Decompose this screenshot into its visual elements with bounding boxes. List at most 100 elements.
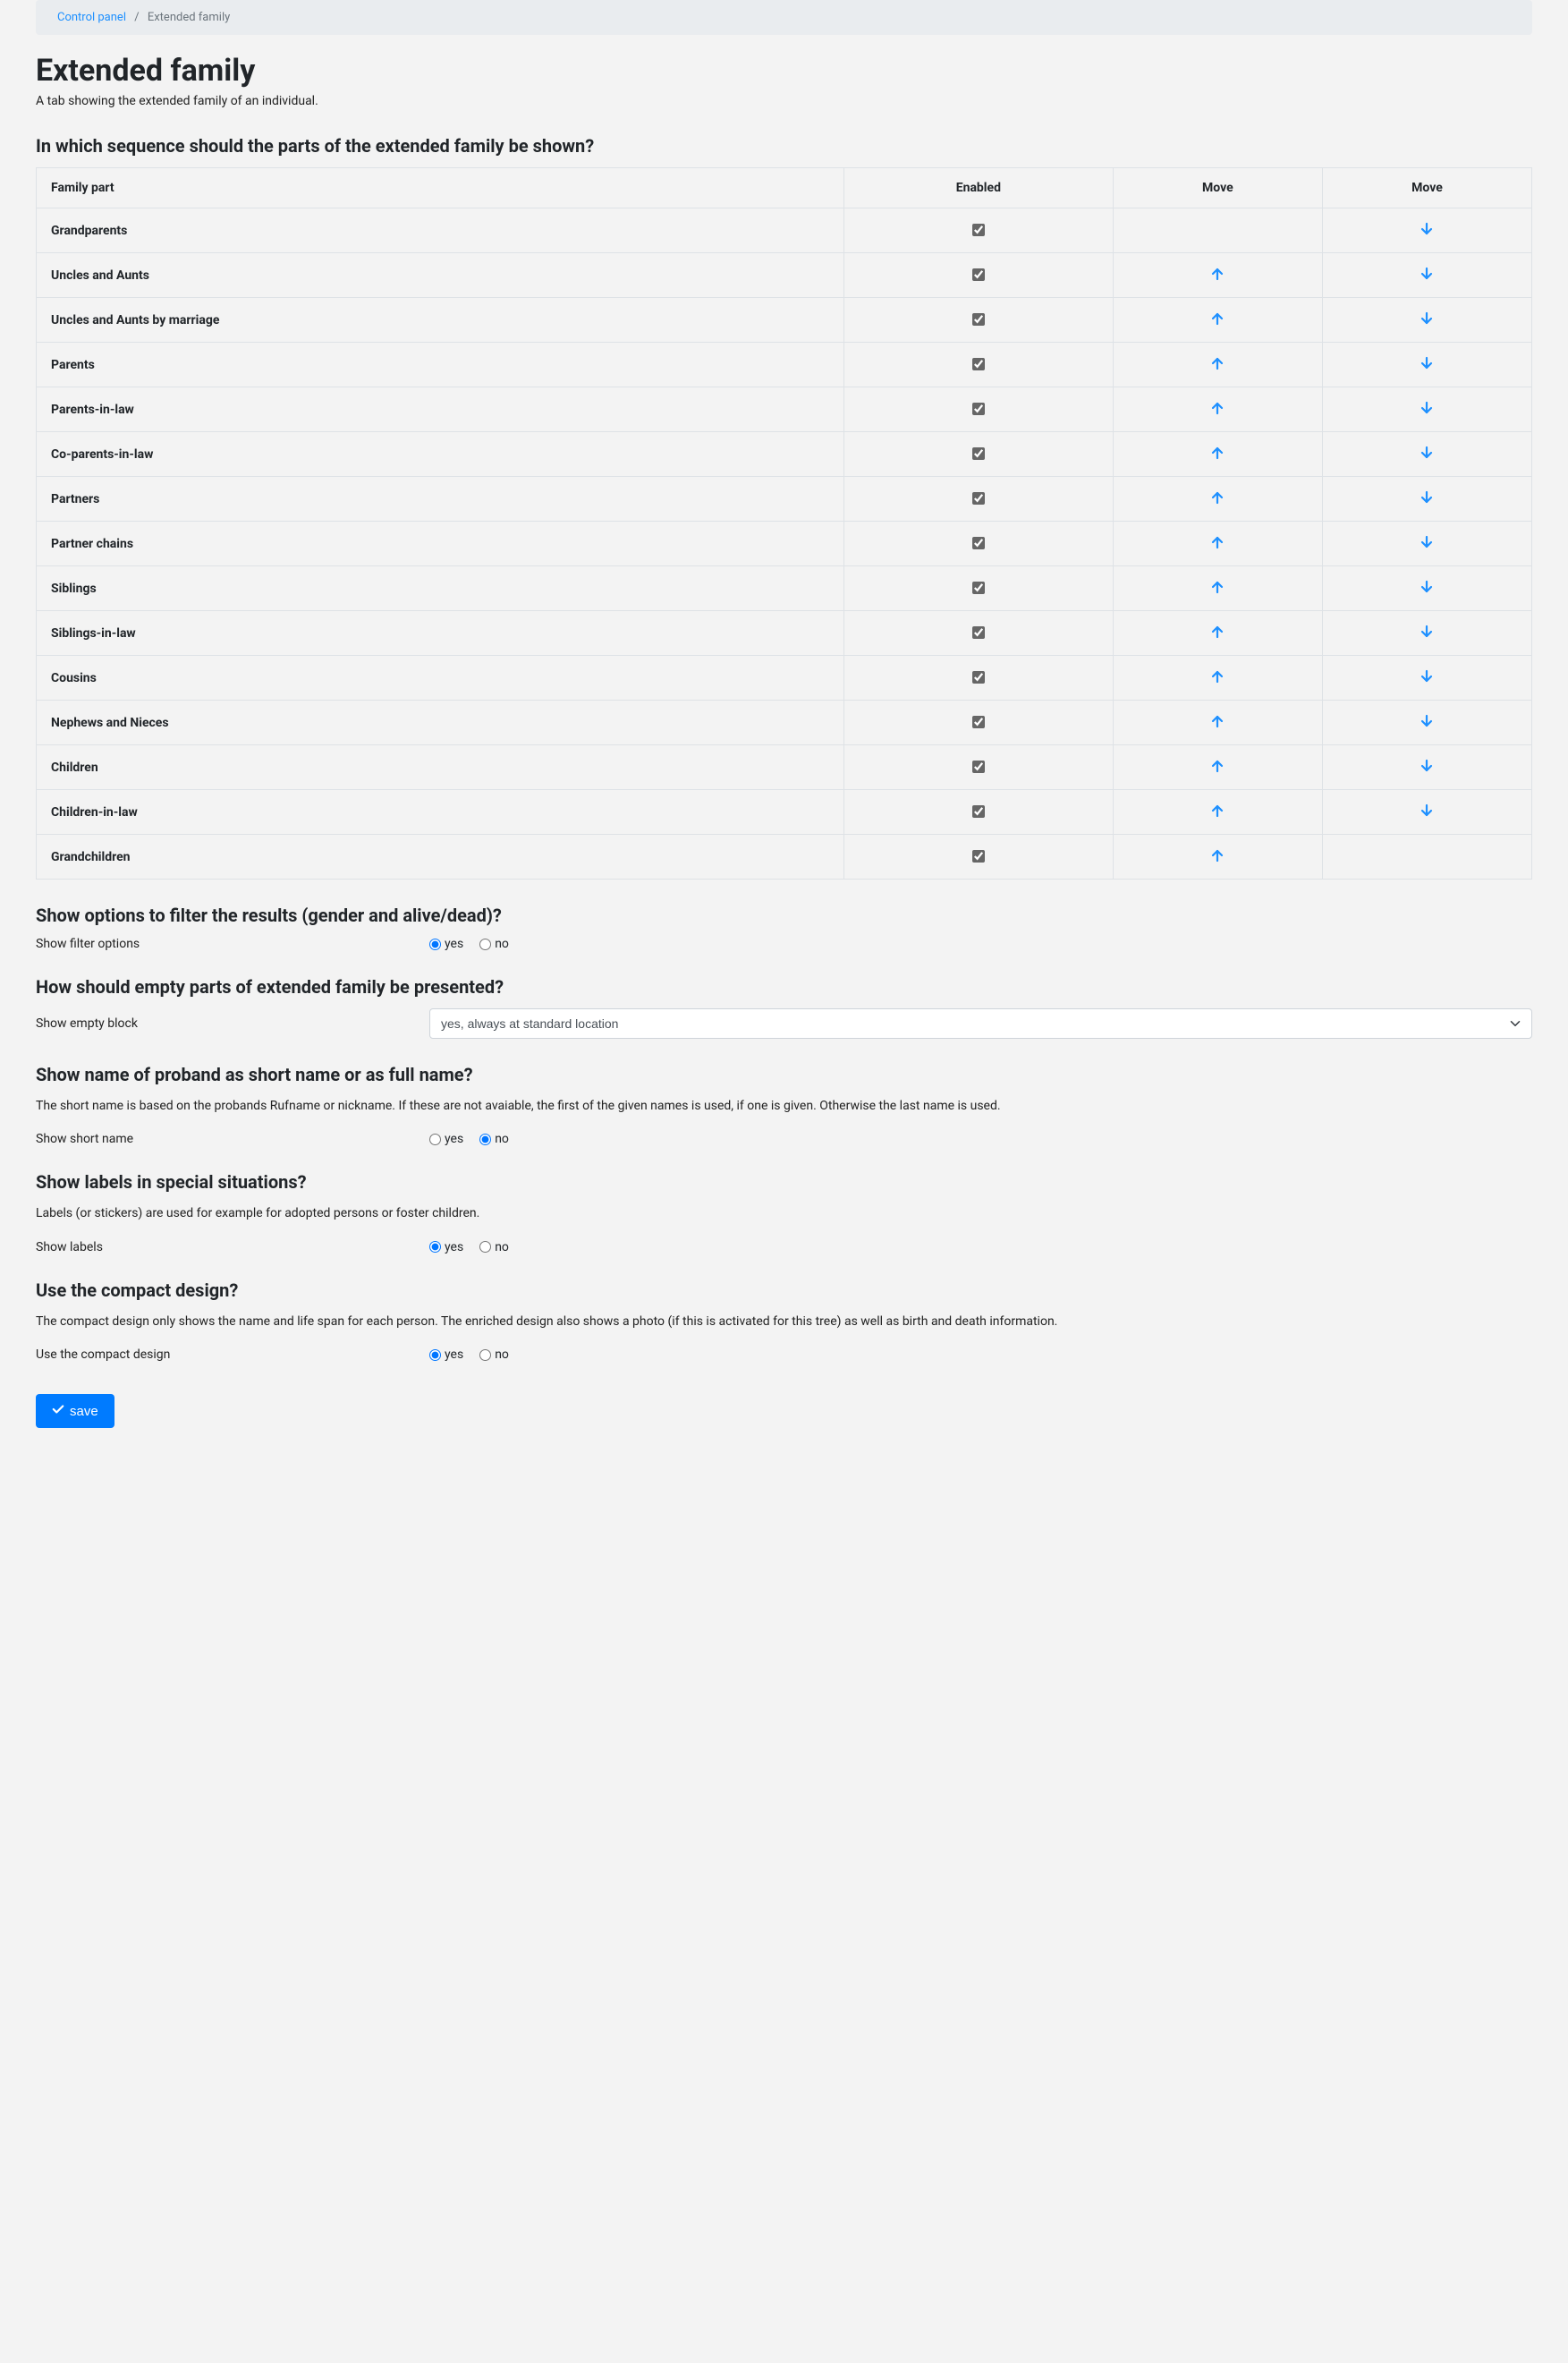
compact-no-radio[interactable]	[479, 1349, 491, 1361]
compact-yes-radio[interactable]	[429, 1349, 441, 1361]
arrow-up-icon[interactable]	[1209, 758, 1225, 774]
labels-yes-radio[interactable]	[429, 1241, 441, 1253]
arrow-down-icon[interactable]	[1419, 355, 1435, 371]
labels-no-option[interactable]: no	[479, 1240, 509, 1254]
save-button[interactable]: save	[36, 1394, 114, 1428]
filter-yes-label: yes	[445, 937, 463, 951]
arrow-down-icon[interactable]	[1419, 400, 1435, 416]
family-part-enabled-cell	[843, 432, 1113, 477]
compact-yes-label: yes	[445, 1347, 463, 1362]
arrow-up-icon[interactable]	[1209, 624, 1225, 640]
family-part-name: Nephews and Nieces	[37, 701, 844, 745]
table-row: Partner chains	[37, 522, 1532, 566]
move-down-cell	[1322, 253, 1531, 298]
breadcrumb-root-link[interactable]: Control panel	[57, 11, 126, 24]
enabled-checkbox[interactable]	[972, 358, 985, 370]
enabled-checkbox[interactable]	[972, 537, 985, 549]
column-move-down: Move	[1322, 168, 1531, 208]
breadcrumb: Control panel / Extended family	[36, 0, 1532, 35]
table-row: Grandparents	[37, 208, 1532, 253]
compact-no-label: no	[495, 1347, 509, 1362]
shortname-label: Show short name	[36, 1132, 429, 1146]
filter-yes-option[interactable]: yes	[429, 937, 463, 951]
compact-no-option[interactable]: no	[479, 1347, 509, 1362]
move-up-cell	[1113, 522, 1322, 566]
table-row: Siblings	[37, 566, 1532, 611]
enabled-checkbox[interactable]	[972, 805, 985, 818]
arrow-down-icon[interactable]	[1419, 221, 1435, 237]
labels-no-radio[interactable]	[479, 1241, 491, 1253]
filter-no-radio[interactable]	[479, 939, 491, 950]
enabled-checkbox[interactable]	[972, 268, 985, 281]
arrow-down-icon[interactable]	[1419, 534, 1435, 550]
arrow-down-icon[interactable]	[1419, 668, 1435, 684]
enabled-checkbox[interactable]	[972, 761, 985, 773]
table-row: Parents	[37, 343, 1532, 387]
move-down-cell	[1322, 387, 1531, 432]
enabled-checkbox[interactable]	[972, 403, 985, 415]
enabled-checkbox[interactable]	[972, 492, 985, 505]
move-up-cell	[1113, 432, 1322, 477]
arrow-up-icon[interactable]	[1209, 847, 1225, 863]
table-row: Uncles and Aunts by marriage	[37, 298, 1532, 343]
filter-no-option[interactable]: no	[479, 937, 509, 951]
enabled-checkbox[interactable]	[972, 224, 985, 236]
arrow-down-icon[interactable]	[1419, 445, 1435, 461]
arrow-up-icon[interactable]	[1209, 489, 1225, 506]
arrow-up-icon[interactable]	[1209, 803, 1225, 819]
enabled-checkbox[interactable]	[972, 716, 985, 728]
arrow-up-icon[interactable]	[1209, 534, 1225, 550]
enabled-checkbox[interactable]	[972, 313, 985, 326]
enabled-checkbox[interactable]	[972, 582, 985, 594]
family-part-name: Children	[37, 745, 844, 790]
arrow-up-icon[interactable]	[1209, 310, 1225, 327]
arrow-up-icon[interactable]	[1209, 445, 1225, 461]
table-row: Nephews and Nieces	[37, 701, 1532, 745]
move-up-cell	[1113, 656, 1322, 701]
arrow-up-icon[interactable]	[1209, 400, 1225, 416]
arrow-down-icon[interactable]	[1419, 803, 1435, 819]
family-part-enabled-cell	[843, 611, 1113, 656]
family-parts-table: Family part Enabled Move Move Grandparen…	[36, 167, 1532, 880]
arrow-up-icon[interactable]	[1209, 713, 1225, 729]
move-up-cell	[1113, 611, 1322, 656]
arrow-down-icon[interactable]	[1419, 266, 1435, 282]
move-up-cell	[1113, 790, 1322, 835]
family-part-enabled-cell	[843, 253, 1113, 298]
move-up-cell	[1113, 835, 1322, 880]
family-part-name: Partner chains	[37, 522, 844, 566]
move-down-cell	[1322, 566, 1531, 611]
arrow-up-icon[interactable]	[1209, 266, 1225, 282]
enabled-checkbox[interactable]	[972, 626, 985, 639]
shortname-heading: Show name of proband as short name or as…	[36, 1064, 1532, 1085]
arrow-down-icon[interactable]	[1419, 713, 1435, 729]
shortname-no-option[interactable]: no	[479, 1132, 509, 1146]
filter-yes-radio[interactable]	[429, 939, 441, 950]
move-down-cell	[1322, 745, 1531, 790]
family-part-name: Uncles and Aunts by marriage	[37, 298, 844, 343]
empty-block-select[interactable]: yes, always at standard location	[429, 1008, 1532, 1039]
table-row: Co-parents-in-law	[37, 432, 1532, 477]
arrow-up-icon[interactable]	[1209, 579, 1225, 595]
shortname-yes-option[interactable]: yes	[429, 1132, 463, 1146]
arrow-down-icon[interactable]	[1419, 489, 1435, 506]
move-down-cell	[1322, 656, 1531, 701]
labels-yes-label: yes	[445, 1240, 463, 1254]
arrow-down-icon[interactable]	[1419, 579, 1435, 595]
filter-heading: Show options to filter the results (gend…	[36, 905, 1532, 926]
arrow-down-icon[interactable]	[1419, 624, 1435, 640]
enabled-checkbox[interactable]	[972, 447, 985, 460]
family-part-name: Siblings	[37, 566, 844, 611]
arrow-down-icon[interactable]	[1419, 758, 1435, 774]
arrow-up-icon[interactable]	[1209, 668, 1225, 684]
arrow-up-icon[interactable]	[1209, 355, 1225, 371]
enabled-checkbox[interactable]	[972, 850, 985, 863]
enabled-checkbox[interactable]	[972, 671, 985, 684]
compact-yes-option[interactable]: yes	[429, 1347, 463, 1362]
arrow-down-icon[interactable]	[1419, 310, 1435, 327]
move-down-cell	[1322, 208, 1531, 253]
labels-yes-option[interactable]: yes	[429, 1240, 463, 1254]
move-up-cell	[1113, 701, 1322, 745]
shortname-yes-radio[interactable]	[429, 1134, 441, 1145]
shortname-no-radio[interactable]	[479, 1134, 491, 1145]
